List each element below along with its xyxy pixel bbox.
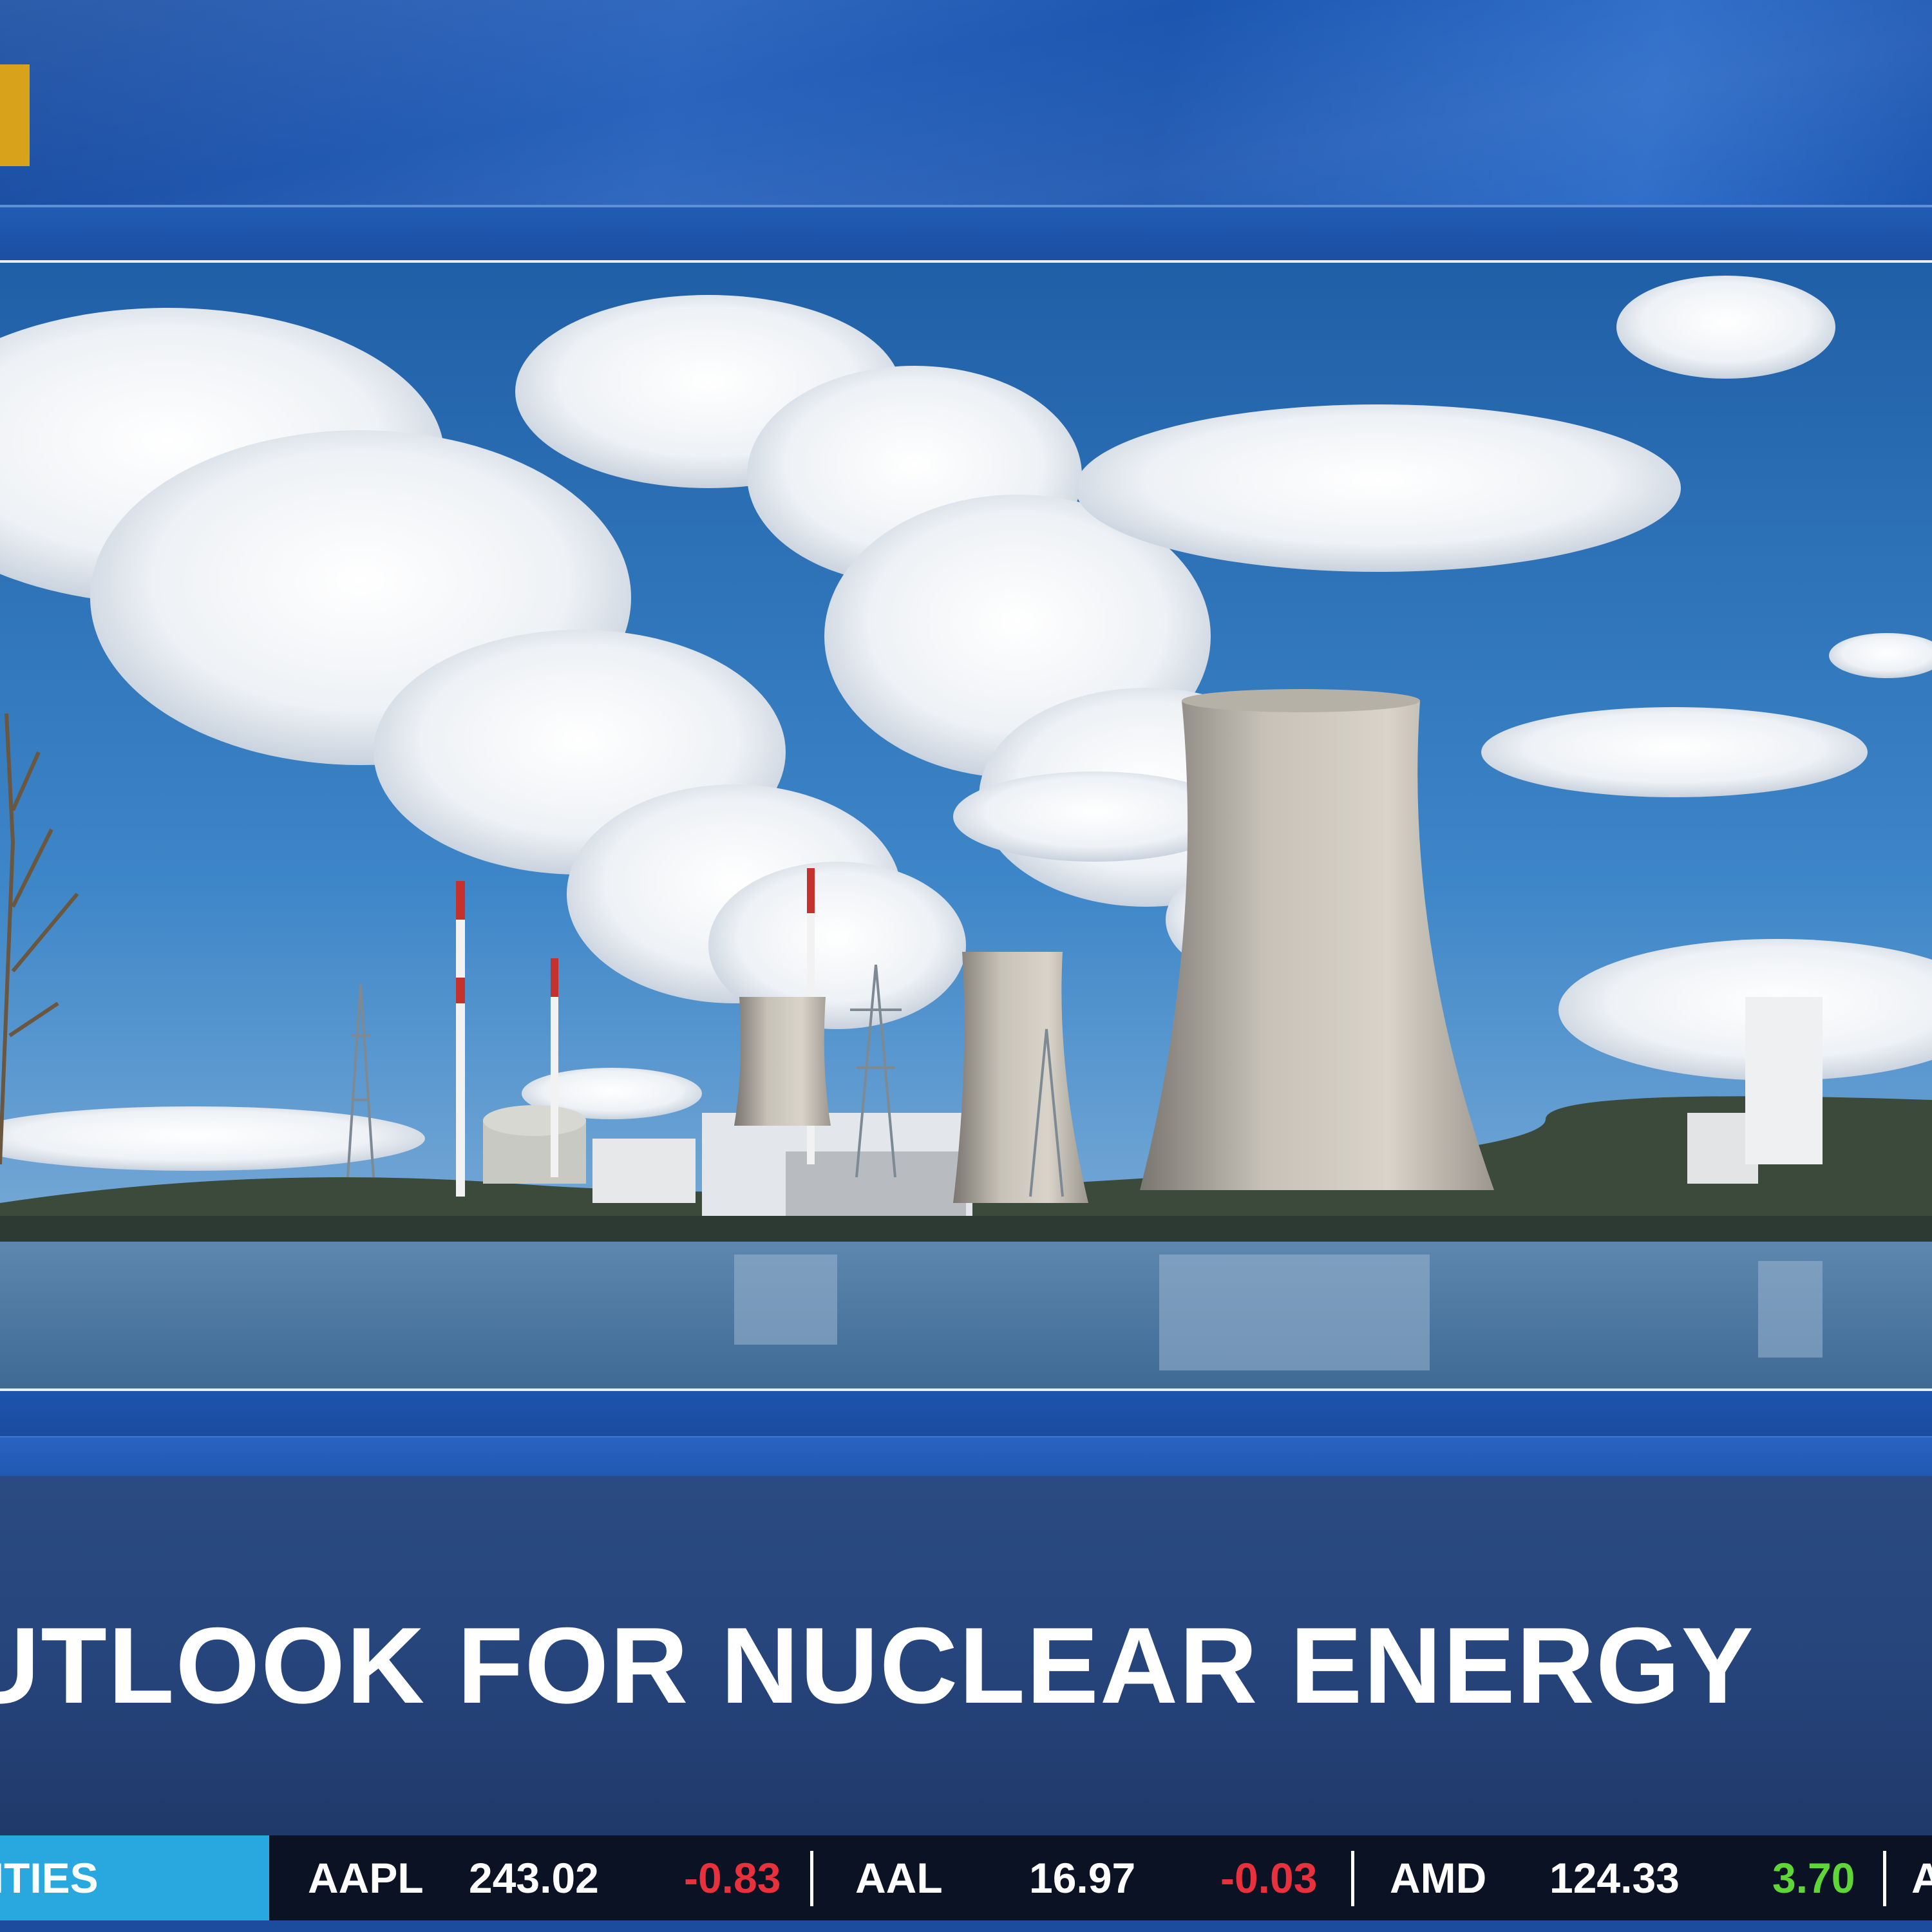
ticker-price: 16.97 (1029, 1854, 1136, 1902)
ticker-symbol: AMD (1390, 1854, 1487, 1902)
ticker-section-label: UITIES (0, 1835, 269, 1920)
ticker-symbol-partial: A (1911, 1854, 1932, 1902)
ticker-change: 3.70 (1772, 1854, 1855, 1902)
ticker-separator (1883, 1851, 1886, 1906)
ticker-price: 243.02 (469, 1854, 599, 1902)
gold-accent-tab (0, 64, 30, 166)
river-water (0, 1242, 1932, 1388)
top-graphics-band (0, 0, 1932, 205)
ticker-separator (810, 1851, 813, 1906)
ticker-separator (1351, 1851, 1354, 1906)
ticker-price: 124.33 (1549, 1854, 1680, 1902)
lower-divider-strip (0, 1436, 1932, 1477)
nuclear-plant-photo (0, 260, 1932, 1391)
headline-text: UTLOOK FOR NUCLEAR ENERGY (0, 1605, 1755, 1726)
ticker-symbol: AAL (855, 1854, 943, 1902)
ticker-section-label-text: UITIES (0, 1854, 99, 1902)
ticker-change: -0.03 (1220, 1854, 1318, 1902)
ticker-symbol: AAPL (308, 1854, 424, 1902)
stock-ticker: UITIES AAPL 243.02 -0.83 AAL 16.97 -0.03… (0, 1835, 1932, 1932)
ticker-bottom-bar (0, 1920, 1932, 1932)
ticker-change: -0.83 (684, 1854, 781, 1902)
lower-strip (0, 1391, 1932, 1436)
band-sheen (0, 0, 1932, 205)
upper-strip (0, 207, 1932, 260)
nuclear-plant-illustration (0, 263, 1932, 1388)
